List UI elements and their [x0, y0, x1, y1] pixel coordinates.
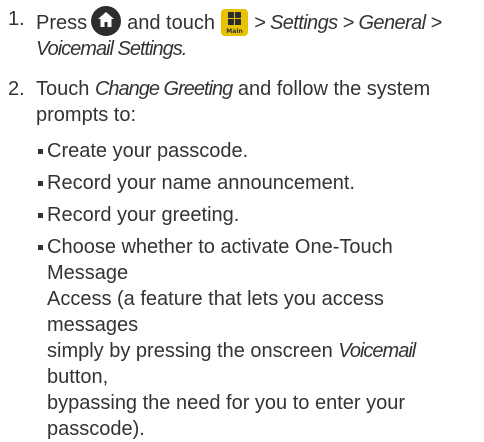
step-2-rest: and follow the system: [237, 78, 431, 100]
bullet-text: Record your name announcement.: [47, 172, 355, 194]
home-icon: [91, 6, 122, 36]
step-number: 1.: [8, 8, 25, 30]
bullet-text: Create your passcode.: [47, 140, 249, 162]
bullet-marker: [38, 213, 43, 218]
and-touch-text: and touch: [127, 12, 215, 34]
settings-path: > Settings > General >: [253, 12, 442, 34]
bullet-line: button,: [47, 366, 109, 388]
bullet-marker: [38, 245, 43, 250]
bullet-line: Access (a feature that lets you access m…: [47, 288, 384, 336]
main-menu-icon: Main: [220, 9, 248, 36]
touch-text: Touch: [36, 78, 90, 100]
voicemail-settings-path: Voicemail Settings.: [36, 38, 187, 60]
bullet-line: Choose whether to activate One-Touch Mes…: [47, 236, 393, 284]
bullet-item: Choose whether to activate One-Touch Mes…: [38, 234, 478, 440]
step-number: 2.: [8, 78, 25, 100]
bullet-marker: [38, 181, 43, 186]
bullet-line: passcode).: [47, 418, 145, 440]
instruction-page: 1. Press and touch Main > Settings > Genera…: [0, 0, 484, 440]
change-greeting-label: Change Greeting: [94, 78, 233, 100]
bullet-line: simply by pressing the onscreen: [47, 340, 333, 362]
bullet-text: Choose whether to activate One-Touch Mes…: [47, 234, 478, 442]
step-2: 2. Touch Change Greeting and follow the …: [8, 76, 476, 128]
step-1: 1. Press and touch Main > Settings > Genera…: [8, 6, 476, 60]
main-icon-label: Main: [226, 28, 243, 35]
press-text: Press: [36, 12, 88, 34]
step-1-text: Press and touch Main > Settings > General >…: [36, 6, 476, 62]
step-2-prompts: prompts to:: [36, 104, 137, 126]
bullet-line: bypassing the need for you to enter your: [47, 392, 406, 414]
bullet-marker: [38, 149, 43, 154]
voicemail-button-label: Voicemail: [338, 340, 416, 362]
step-2-text: Touch Change Greeting and follow the sys…: [36, 76, 476, 128]
bullet-text: Record your greeting.: [47, 204, 240, 226]
